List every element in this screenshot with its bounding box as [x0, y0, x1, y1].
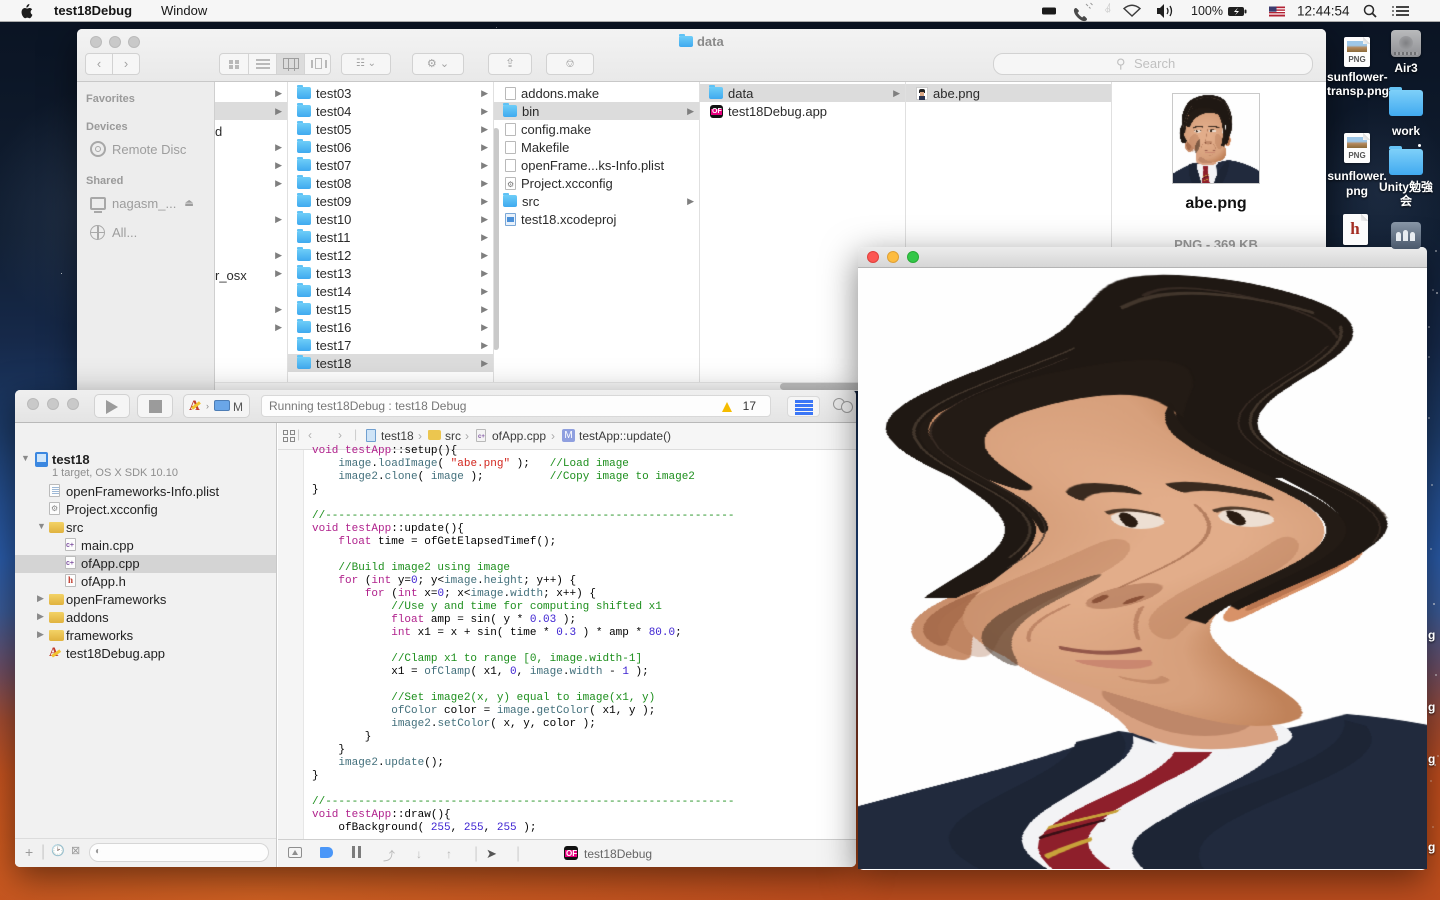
svg-text:12:44:54: 12:44:54 [1297, 4, 1350, 19]
svg-text:100%: 100% [1191, 4, 1223, 18]
